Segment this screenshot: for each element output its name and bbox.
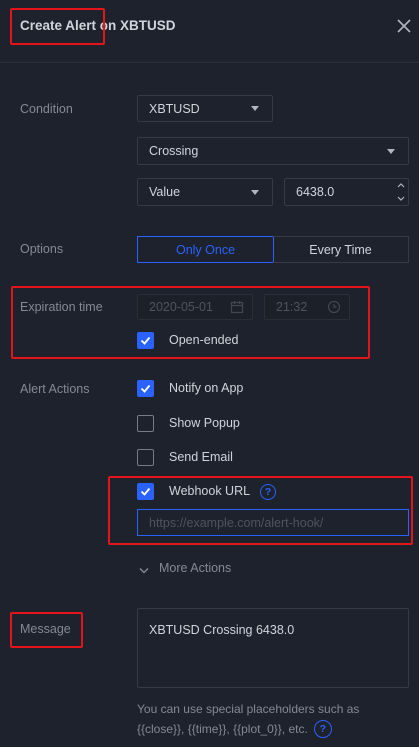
checkmark-icon xyxy=(140,487,151,496)
expiration-time-input[interactable]: 21:32 xyxy=(264,294,350,320)
chevron-down-icon xyxy=(387,149,395,154)
symbol-value: XBTUSD xyxy=(149,101,200,116)
stepper-down-icon[interactable] xyxy=(396,191,406,206)
show-popup-checkbox[interactable] xyxy=(137,415,154,432)
message-textarea[interactable]: XBTUSD Crossing 6438.0 xyxy=(137,608,409,688)
value-type-select[interactable]: Value xyxy=(137,178,273,206)
message-label: Message xyxy=(20,622,71,636)
expiration-date: 2020-05-01 xyxy=(149,300,213,314)
placeholder-hint: You can use special placeholders such as… xyxy=(137,699,409,739)
symbol-select[interactable]: XBTUSD xyxy=(137,95,273,122)
value-text: 6438.0 xyxy=(296,185,335,199)
header-divider xyxy=(0,62,419,63)
checkmark-icon xyxy=(140,336,151,345)
value-input[interactable]: 6438.0 xyxy=(284,178,409,206)
operator-value: Crossing xyxy=(149,144,199,158)
expiration-date-input[interactable]: 2020-05-01 xyxy=(137,294,253,320)
open-ended-label: Open-ended xyxy=(169,333,239,347)
tab-every-time[interactable]: Every Time xyxy=(273,236,409,263)
condition-label: Condition xyxy=(20,102,73,116)
chevron-down-icon xyxy=(139,563,149,578)
options-label: Options xyxy=(20,242,64,256)
open-ended-checkbox[interactable] xyxy=(137,332,154,349)
expiration-time: 21:32 xyxy=(276,300,308,314)
clock-icon xyxy=(327,300,341,314)
expiration-label: Expiration time xyxy=(20,300,103,314)
notify-app-label: Notify on App xyxy=(169,381,244,395)
alert-actions-label: Alert Actions xyxy=(20,382,90,396)
operator-select[interactable]: Crossing xyxy=(137,137,409,165)
webhook-checkbox[interactable] xyxy=(137,483,154,500)
chevron-down-icon xyxy=(251,190,259,195)
dialog-title: Create Alert on XBTUSD xyxy=(20,18,176,33)
hint-line-2: {{close}}, {{time}}, {{plot_0}}, etc. xyxy=(137,722,308,736)
help-icon[interactable]: ? xyxy=(260,484,276,500)
notify-app-checkbox[interactable] xyxy=(137,380,154,397)
checkmark-icon xyxy=(140,384,151,393)
close-icon[interactable] xyxy=(394,16,414,36)
help-icon[interactable]: ? xyxy=(313,720,332,738)
webhook-url-input[interactable] xyxy=(137,509,409,536)
tab-only-once[interactable]: Only Once xyxy=(137,236,274,263)
value-type-value: Value xyxy=(149,185,181,199)
hint-line-1: You can use special placeholders such as xyxy=(137,702,360,716)
more-actions-link[interactable]: More Actions xyxy=(159,561,231,575)
send-email-checkbox[interactable] xyxy=(137,449,154,466)
message-text: XBTUSD Crossing 6438.0 xyxy=(149,623,295,637)
show-popup-label: Show Popup xyxy=(169,416,240,430)
send-email-label: Send Email xyxy=(169,450,233,464)
webhook-label: Webhook URL xyxy=(169,484,251,498)
chevron-down-icon xyxy=(251,106,259,111)
calendar-icon xyxy=(230,301,244,314)
